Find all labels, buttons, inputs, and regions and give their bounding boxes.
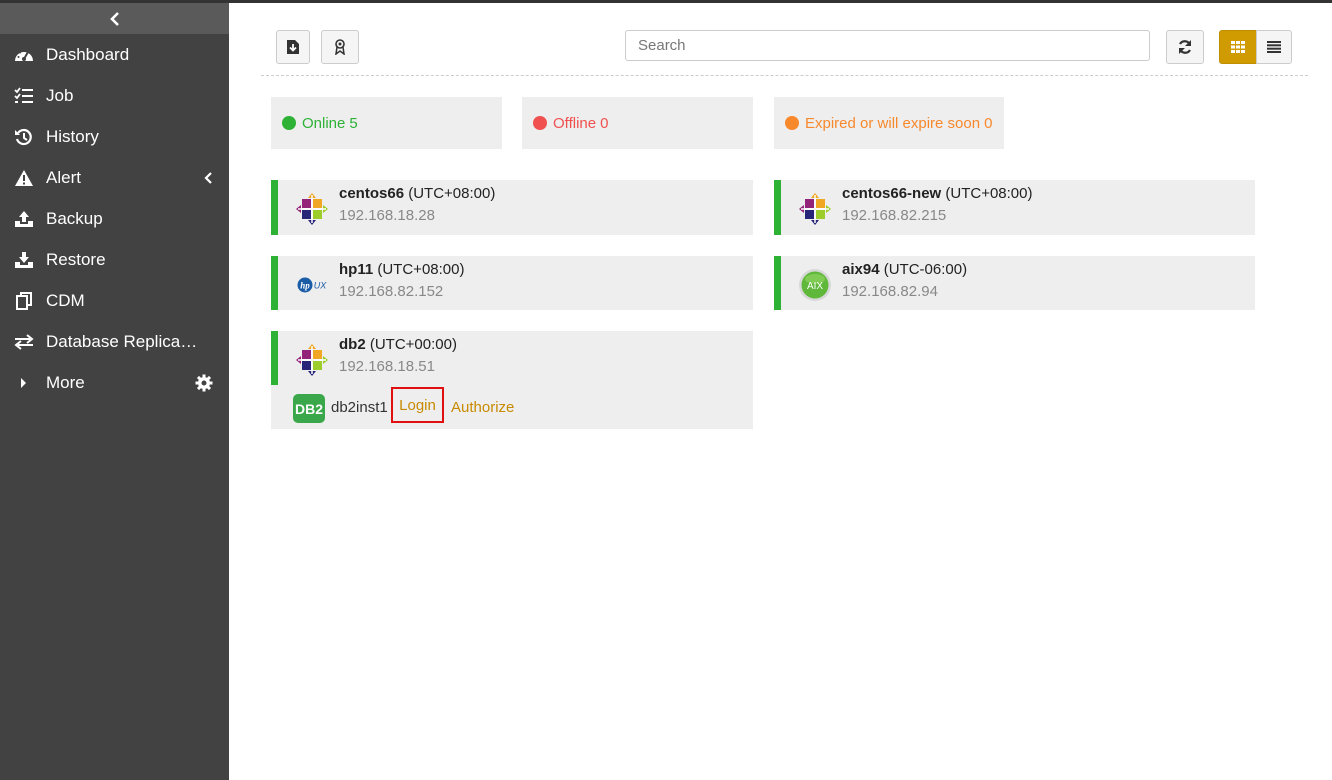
chevron-left-icon [204,171,213,184]
caret-right-icon [14,373,34,393]
copy-icon [14,291,34,311]
centos-logo-icon [296,193,328,225]
sidebar-item-label: Job [46,85,74,105]
db2-badge-icon: DB2 [293,394,325,423]
sidebar-item-label: History [46,126,99,146]
host-name: centos66-new (UTC+08:00) [842,185,1033,202]
sidebar-item-restore[interactable]: Restore [0,239,229,280]
sidebar-item-label: Restore [46,249,106,269]
grid-icon [1231,41,1245,53]
status-online[interactable]: Online 5 [271,97,502,149]
status-offline[interactable]: Offline 0 [522,97,753,149]
sidebar-item-label: More [46,372,85,392]
history-icon [14,127,34,147]
hpux-logo-text: UX [314,281,327,291]
status-label: Expired or will expire soon [805,114,981,132]
refresh-button[interactable] [1166,30,1204,64]
aix-logo-text: AIX [807,281,823,292]
grid-view-button[interactable] [1219,30,1257,64]
sidebar-item-cdm[interactable]: CDM [0,280,229,321]
host-ip: 192.168.82.152 [339,283,444,300]
sidebar-item-more[interactable]: More [0,362,229,403]
host-card[interactable]: hp UX hp11 (UTC+08:00) 192.168.82.152 [271,256,753,310]
sidebar-item-alert[interactable]: Alert [0,157,229,198]
upload-icon [14,209,34,229]
list-icon [1267,41,1281,53]
login-link[interactable]: Login [391,387,444,423]
download-icon [14,250,34,270]
import-button[interactable] [276,30,310,64]
sidebar-item-job[interactable]: Job [0,75,229,116]
host-name: db2 (UTC+00:00) [339,336,457,353]
sidebar-item-label: CDM [46,290,85,310]
list-view-button[interactable] [1256,30,1292,64]
sidebar-item-label: Dashboard [46,44,130,64]
host-name: aix94 (UTC-06:00) [842,261,968,278]
host-ip: 192.168.82.94 [842,283,938,300]
host-ip: 192.168.82.215 [842,207,947,224]
host-name: hp11 (UTC+08:00) [339,261,465,278]
status-expired[interactable]: Expired or will expire soon 0 [774,97,1004,149]
online-dot-icon [282,116,296,130]
sidebar-item-label: Backup [46,208,103,228]
dashboard-icon [14,45,34,65]
offline-dot-icon [533,116,547,130]
alert-icon [14,168,34,188]
sidebar: Dashboard Job History Alert Backup Resto… [0,3,229,780]
host-card[interactable]: db2 (UTC+00:00) 192.168.18.51 [271,331,753,385]
db-instance-row: DB2 db2inst1 Login Authorize [271,385,753,429]
status-count: 5 [349,114,358,132]
authorize-link[interactable]: Authorize [451,399,514,416]
aix-logo-icon: AIX [799,269,831,301]
host-card[interactable]: centos66-new (UTC+08:00) 192.168.82.215 [774,180,1255,235]
status-count: 0 [984,114,993,132]
refresh-icon [1178,40,1192,54]
db-instance-name: db2inst1 [331,399,388,416]
sidebar-collapse-button[interactable] [0,3,229,34]
file-download-icon [287,40,299,54]
status-label: Offline [553,114,597,132]
certificate-icon [335,39,345,55]
centos-logo-icon [296,344,328,376]
exchange-icon [14,332,34,352]
sidebar-item-history[interactable]: History [0,116,229,157]
sidebar-item-database-replication[interactable]: Database Replication [0,321,229,362]
expired-dot-icon [785,116,799,130]
host-card[interactable]: centos66 (UTC+08:00) 192.168.18.28 [271,180,753,235]
status-label: Online [302,114,346,132]
toolbar-divider [261,75,1308,76]
hp-ux-logo-icon: hp UX [297,277,327,293]
sidebar-item-dashboard[interactable]: Dashboard [0,34,229,75]
centos-logo-icon [799,193,831,225]
license-button[interactable] [321,30,359,64]
host-card[interactable]: AIX aix94 (UTC-06:00) 192.168.82.94 [774,256,1255,310]
search-input[interactable] [625,30,1150,61]
status-count: 0 [600,114,609,132]
sidebar-item-backup[interactable]: Backup [0,198,229,239]
job-list-icon [14,86,34,106]
sidebar-item-label: Database Replication [46,331,198,351]
gear-icon[interactable] [195,374,213,392]
sidebar-item-label: Alert [46,167,81,187]
svg-text:hp: hp [300,281,310,291]
host-name: centos66 (UTC+08:00) [339,185,496,202]
host-ip: 192.168.18.51 [339,358,435,375]
chevron-left-icon [109,11,119,26]
host-ip: 192.168.18.28 [339,207,435,224]
